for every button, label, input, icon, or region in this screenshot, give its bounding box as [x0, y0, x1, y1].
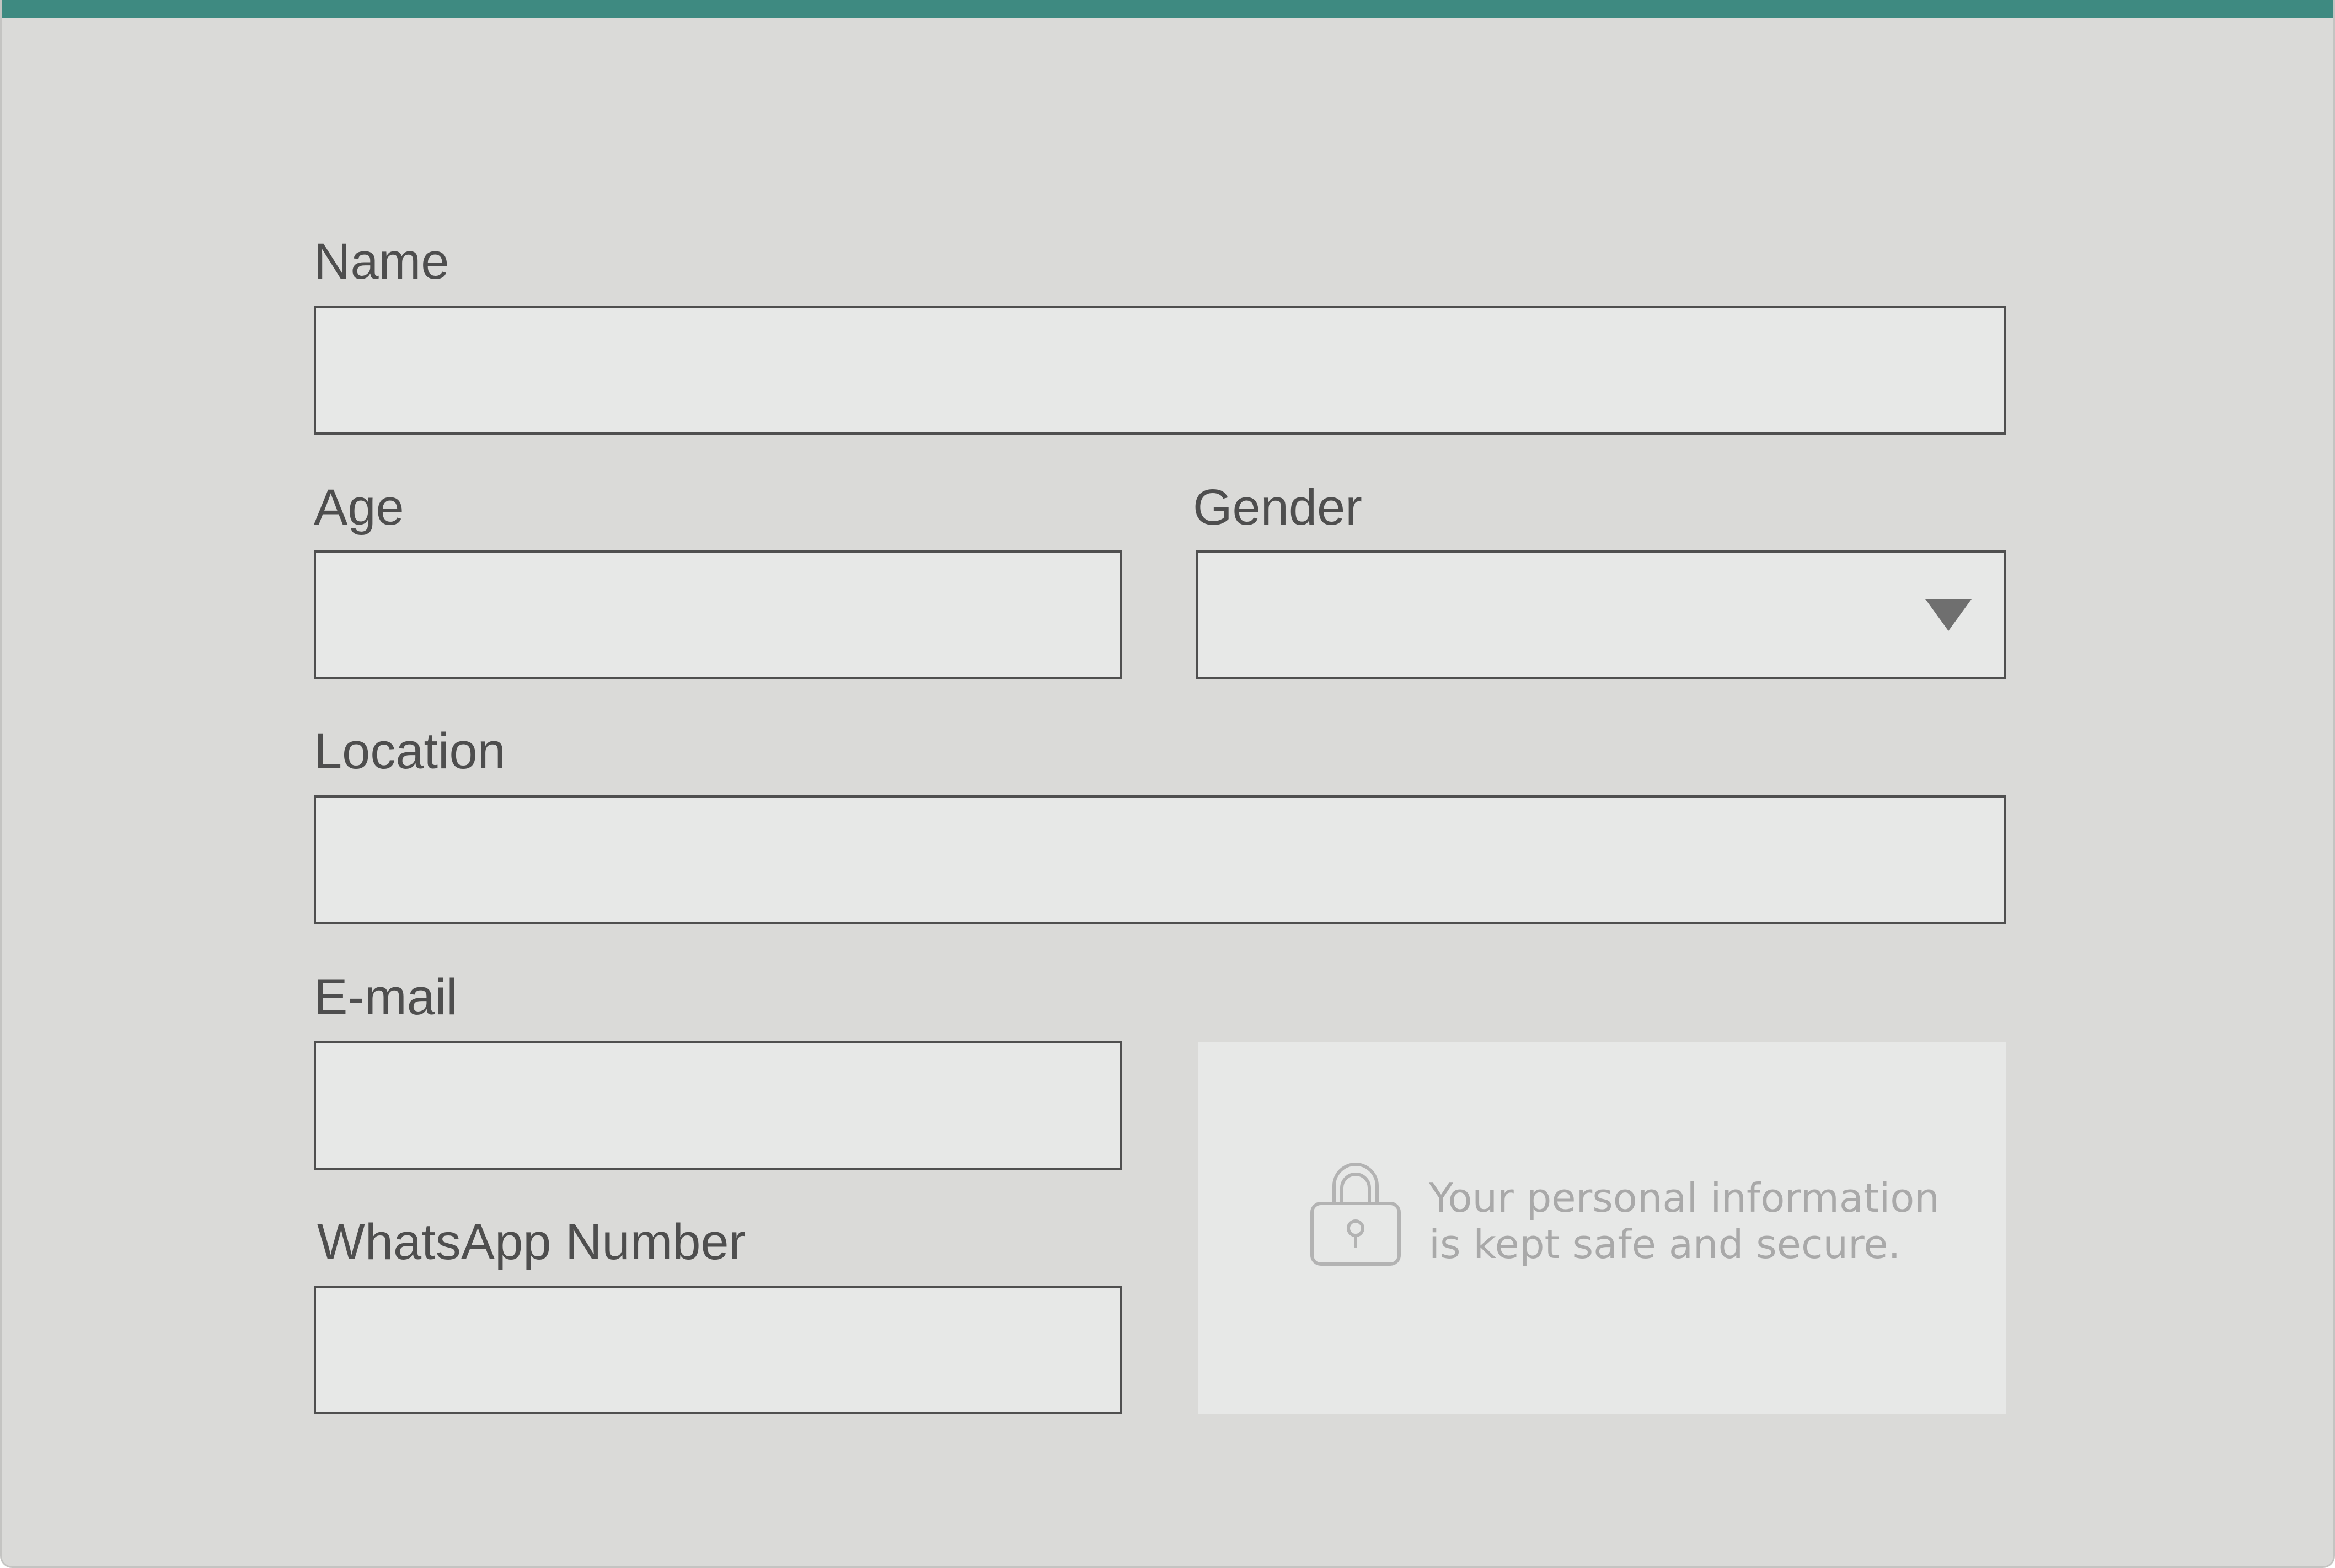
name-input[interactable] [314, 306, 2006, 435]
form-window: Name Age Gender Location E-mail WhatsApp… [0, 0, 2335, 1568]
age-input[interactable] [314, 550, 1122, 679]
location-input[interactable] [314, 795, 2006, 924]
chevron-down-icon[interactable] [1925, 599, 1972, 631]
security-note-text: Your personal information is kept safe a… [1429, 1175, 1940, 1267]
email-label: E-mail [314, 969, 458, 1025]
accent-bar [2, 0, 2333, 18]
age-label: Age [314, 479, 404, 536]
whatsapp-label: WhatsApp Number [317, 1214, 746, 1270]
security-note-line-2: is kept safe and secure. [1429, 1221, 1901, 1267]
lock-icon [1310, 1163, 1401, 1266]
name-label: Name [314, 233, 449, 290]
security-note-line-1: Your personal information [1429, 1175, 1940, 1221]
gender-select[interactable] [1196, 550, 2006, 679]
location-label: Location [314, 723, 506, 779]
gender-label: Gender [1193, 479, 1362, 536]
security-note-panel: Your personal information is kept safe a… [1198, 1042, 2006, 1414]
whatsapp-input[interactable] [314, 1286, 1122, 1414]
email-input[interactable] [314, 1041, 1122, 1170]
